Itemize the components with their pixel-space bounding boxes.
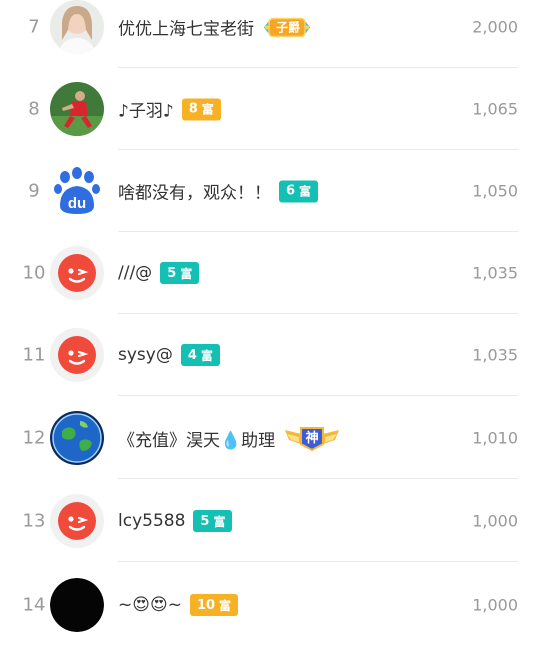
score: 1,065 <box>472 99 518 119</box>
wealth-level-badge: 5 富 <box>193 510 233 532</box>
username: ///@ <box>118 263 153 283</box>
avatar[interactable] <box>50 82 104 136</box>
viscount-title-badge: 子爵 <box>262 15 310 39</box>
row-divider <box>118 478 518 479</box>
username: 优优上海七宝老街 <box>118 19 254 40</box>
username: lcy5588 <box>118 511 186 531</box>
wealth-level-badge: 8 富 <box>181 98 221 120</box>
black-circle-avatar-icon <box>50 578 104 632</box>
score: 1,000 <box>472 595 518 615</box>
leaderboard-row[interactable]: 10 ///@ 5 富 1,035 <box>0 232 540 314</box>
username: ~😍😍~ <box>118 595 182 615</box>
avatar[interactable] <box>50 411 104 465</box>
row-divider <box>118 561 518 562</box>
score: 1,050 <box>472 181 518 201</box>
baidu-paw-icon: du <box>50 164 104 218</box>
wealth-level-badge: 5 富 <box>160 262 200 284</box>
badge-title-text: 神 <box>305 431 319 446</box>
wink-face-avatar-icon <box>50 246 104 300</box>
username: 《充值》淏天💧助理 <box>118 430 276 451</box>
leaderboard-row[interactable]: 7 优优上海七宝老街 子爵 2,000 <box>0 0 540 68</box>
wink-face-avatar-icon <box>50 494 104 548</box>
score: 1,000 <box>472 511 518 531</box>
wealth-level-badge: 4 富 <box>180 344 220 366</box>
soccer-player-photo-icon <box>50 82 104 136</box>
avatar[interactable] <box>50 246 104 300</box>
score: 1,035 <box>472 263 518 283</box>
wealth-level-badge: 6 富 <box>279 180 319 202</box>
score: 1,010 <box>472 428 518 448</box>
leaderboard-row[interactable]: 11 sysy@ 4 富 1,035 <box>0 314 540 396</box>
leaderboard-row[interactable]: 13 lcy5588 5 富 1,000 <box>0 480 540 562</box>
svg-text:du: du <box>68 195 86 212</box>
globe-icon <box>50 411 104 465</box>
leaderboard-row[interactable]: 12 《充值》淏天💧助理 神 1,010 <box>0 397 540 479</box>
avatar[interactable] <box>50 0 104 54</box>
score: 1,035 <box>472 345 518 365</box>
god-title-badge: 神 <box>283 424 340 452</box>
username: sysy@ <box>118 345 173 365</box>
username: 啥都没有，观众！！ <box>118 183 271 204</box>
avatar[interactable]: du <box>50 164 104 218</box>
leaderboard-row[interactable]: 9 du 啥都没有，观众！！ 6 富 1,050 <box>0 150 540 232</box>
score: 2,000 <box>472 17 518 37</box>
leaderboard-row[interactable]: 8 ♪子羽♪ 8 富 1,065 <box>0 68 540 150</box>
username: ♪子羽♪ <box>118 101 174 122</box>
avatar[interactable] <box>50 328 104 382</box>
row-divider <box>118 395 518 396</box>
badge-title-text: 子爵 <box>275 20 300 35</box>
leaderboard-row[interactable]: 14 ~😍😍~ 10 富 1,000 <box>0 564 540 646</box>
avatar[interactable] <box>50 578 104 632</box>
avatar[interactable] <box>50 494 104 548</box>
wink-face-avatar-icon <box>50 328 104 382</box>
user-photo-icon <box>50 0 104 54</box>
wealth-level-badge: 10 富 <box>189 594 239 616</box>
